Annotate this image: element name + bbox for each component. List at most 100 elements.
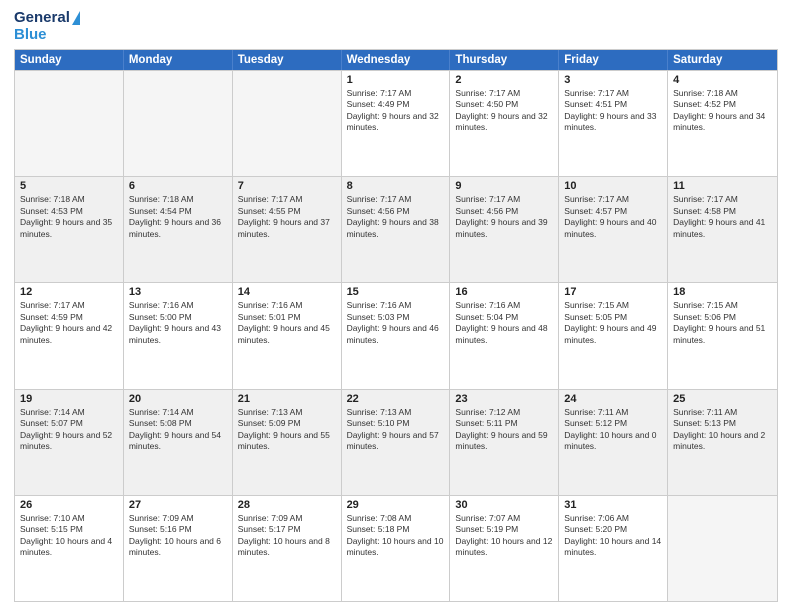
- day-number: 17: [564, 286, 662, 298]
- cell-info: Sunrise: 7:18 AMSunset: 4:54 PMDaylight:…: [129, 194, 227, 240]
- calendar-cell-3-6: 25Sunrise: 7:11 AMSunset: 5:13 PMDayligh…: [668, 390, 777, 495]
- calendar-cell-2-5: 17 Sunrise: 7:15 AMSunset: 5:05 PMDayligh…: [559, 283, 668, 388]
- calendar-cell-3-1: 20Sunrise: 7:14 AMSunset: 5:08 PMDayligh…: [124, 390, 233, 495]
- calendar-cell-1-3: 8 Sunrise: 7:17 AMSunset: 4:56 PMDaylight…: [342, 177, 451, 282]
- cell-info: Sunrise: 7:16 AMSunset: 5:04 PMDaylight:…: [455, 300, 553, 346]
- logo-text-general: General: [14, 10, 70, 27]
- day-number: 2: [455, 74, 553, 86]
- calendar-cell-3-3: 22Sunrise: 7:13 AMSunset: 5:10 PMDayligh…: [342, 390, 451, 495]
- header-tuesday: Tuesday: [233, 50, 342, 70]
- day-number: 6: [129, 180, 227, 192]
- calendar-cell-0-0: [15, 71, 124, 176]
- day-number: 21: [238, 393, 336, 405]
- calendar-cell-1-6: 11Sunrise: 7:17 AMSunset: 4:58 PMDayligh…: [668, 177, 777, 282]
- day-number: 29: [347, 499, 445, 511]
- calendar-cell-2-0: 12 Sunrise: 7:17 AMSunset: 4:59 PMDayligh…: [15, 283, 124, 388]
- calendar-cell-3-2: 21 Sunrise: 7:13 AMSunset: 5:09 PMDayligh…: [233, 390, 342, 495]
- cell-info: Sunrise: 7:17 AMSunset: 4:55 PMDaylight:…: [238, 194, 336, 240]
- cell-info: Sunrise: 7:17 AMSunset: 4:59 PMDaylight:…: [20, 300, 118, 346]
- calendar-cell-2-2: 14 Sunrise: 7:16 AMSunset: 5:01 PMDayligh…: [233, 283, 342, 388]
- calendar-cell-1-4: 9 Sunrise: 7:17 AMSunset: 4:56 PMDaylight…: [450, 177, 559, 282]
- cell-info: Sunrise: 7:13 AMSunset: 5:09 PMDaylight:…: [238, 407, 336, 453]
- cell-info: Sunrise: 7:15 AMSunset: 5:05 PMDaylight:…: [564, 300, 662, 346]
- calendar-cell-0-5: 3 Sunrise: 7:17 AMSunset: 4:51 PMDaylight…: [559, 71, 668, 176]
- calendar-body: 1Sunrise: 7:17 AMSunset: 4:49 PMDaylight…: [15, 70, 777, 601]
- day-number: 31: [564, 499, 662, 511]
- calendar-header: Sunday Monday Tuesday Wednesday Thursday…: [15, 50, 777, 70]
- calendar-cell-4-2: 28 Sunrise: 7:09 AMSunset: 5:17 PMDayligh…: [233, 496, 342, 601]
- header-saturday: Saturday: [668, 50, 777, 70]
- day-number: 3: [564, 74, 662, 86]
- cell-info: Sunrise: 7:15 AMSunset: 5:06 PMDaylight:…: [673, 300, 772, 346]
- calendar-cell-4-4: 30 Sunrise: 7:07 AMSunset: 5:19 PMDayligh…: [450, 496, 559, 601]
- day-number: 22: [347, 393, 445, 405]
- cell-info: Sunrise: 7:08 AMSunset: 5:18 PMDaylight:…: [347, 513, 445, 559]
- cell-info: Sunrise: 7:18 AMSunset: 4:53 PMDaylight:…: [20, 194, 118, 240]
- cell-info: Sunrise: 7:17 AMSunset: 4:51 PMDaylight:…: [564, 88, 662, 134]
- cell-info: Sunrise: 7:16 AMSunset: 5:01 PMDaylight:…: [238, 300, 336, 346]
- calendar-cell-1-0: 5 Sunrise: 7:18 AMSunset: 4:53 PMDaylight…: [15, 177, 124, 282]
- cell-info: Sunrise: 7:17 AMSunset: 4:50 PMDaylight:…: [455, 88, 553, 134]
- cell-info: Sunrise: 7:17 AMSunset: 4:56 PMDaylight:…: [455, 194, 553, 240]
- day-number: 13: [129, 286, 227, 298]
- calendar-cell-4-1: 27 Sunrise: 7:09 AMSunset: 5:16 PMDayligh…: [124, 496, 233, 601]
- cell-info: Sunrise: 7:17 AMSunset: 4:56 PMDaylight:…: [347, 194, 445, 240]
- day-number: 12: [20, 286, 118, 298]
- calendar-cell-3-4: 23Sunrise: 7:12 AMSunset: 5:11 PMDayligh…: [450, 390, 559, 495]
- calendar-row-3: 19Sunrise: 7:14 AMSunset: 5:07 PMDayligh…: [15, 389, 777, 495]
- day-number: 4: [673, 74, 772, 86]
- cell-info: Sunrise: 7:09 AMSunset: 5:16 PMDaylight:…: [129, 513, 227, 559]
- calendar-cell-3-0: 19Sunrise: 7:14 AMSunset: 5:07 PMDayligh…: [15, 390, 124, 495]
- day-number: 18: [673, 286, 772, 298]
- day-number: 16: [455, 286, 553, 298]
- day-number: 5: [20, 180, 118, 192]
- day-number: 27: [129, 499, 227, 511]
- cell-info: Sunrise: 7:06 AMSunset: 5:20 PMDaylight:…: [564, 513, 662, 559]
- header-monday: Monday: [124, 50, 233, 70]
- calendar-cell-1-2: 7 Sunrise: 7:17 AMSunset: 4:55 PMDaylight…: [233, 177, 342, 282]
- calendar-cell-3-5: 24Sunrise: 7:11 AMSunset: 5:12 PMDayligh…: [559, 390, 668, 495]
- calendar-cell-2-3: 15Sunrise: 7:16 AMSunset: 5:03 PMDayligh…: [342, 283, 451, 388]
- calendar-cell-2-6: 18 Sunrise: 7:15 AMSunset: 5:06 PMDayligh…: [668, 283, 777, 388]
- day-number: 24: [564, 393, 662, 405]
- day-number: 15: [347, 286, 445, 298]
- calendar-cell-0-2: [233, 71, 342, 176]
- calendar-cell-4-5: 31 Sunrise: 7:06 AMSunset: 5:20 PMDayligh…: [559, 496, 668, 601]
- cell-info: Sunrise: 7:12 AMSunset: 5:11 PMDaylight:…: [455, 407, 553, 453]
- header: General Blue: [14, 10, 778, 43]
- page: General Blue Sunday Monday Tuesday Wedne…: [0, 0, 792, 612]
- calendar-cell-2-4: 16 Sunrise: 7:16 AMSunset: 5:04 PMDayligh…: [450, 283, 559, 388]
- calendar-cell-4-3: 29 Sunrise: 7:08 AMSunset: 5:18 PMDayligh…: [342, 496, 451, 601]
- day-number: 25: [673, 393, 772, 405]
- cell-info: Sunrise: 7:10 AMSunset: 5:15 PMDaylight:…: [20, 513, 118, 559]
- calendar-row-2: 12 Sunrise: 7:17 AMSunset: 4:59 PMDayligh…: [15, 282, 777, 388]
- cell-info: Sunrise: 7:07 AMSunset: 5:19 PMDaylight:…: [455, 513, 553, 559]
- cell-info: Sunrise: 7:14 AMSunset: 5:08 PMDaylight:…: [129, 407, 227, 453]
- calendar-cell-2-1: 13 Sunrise: 7:16 AMSunset: 5:00 PMDayligh…: [124, 283, 233, 388]
- day-number: 26: [20, 499, 118, 511]
- header-sunday: Sunday: [15, 50, 124, 70]
- day-number: 14: [238, 286, 336, 298]
- calendar-cell-0-1: [124, 71, 233, 176]
- logo-triangle-icon: [72, 11, 80, 25]
- cell-info: Sunrise: 7:17 AMSunset: 4:57 PMDaylight:…: [564, 194, 662, 240]
- day-number: 9: [455, 180, 553, 192]
- day-number: 28: [238, 499, 336, 511]
- day-number: 1: [347, 74, 445, 86]
- logo-text-blue: Blue: [14, 27, 47, 44]
- cell-info: Sunrise: 7:16 AMSunset: 5:00 PMDaylight:…: [129, 300, 227, 346]
- day-number: 30: [455, 499, 553, 511]
- calendar: Sunday Monday Tuesday Wednesday Thursday…: [14, 49, 778, 602]
- day-number: 19: [20, 393, 118, 405]
- header-thursday: Thursday: [450, 50, 559, 70]
- cell-info: Sunrise: 7:09 AMSunset: 5:17 PMDaylight:…: [238, 513, 336, 559]
- cell-info: Sunrise: 7:17 AMSunset: 4:58 PMDaylight:…: [673, 194, 772, 240]
- calendar-row-4: 26 Sunrise: 7:10 AMSunset: 5:15 PMDayligh…: [15, 495, 777, 601]
- calendar-row-1: 5 Sunrise: 7:18 AMSunset: 4:53 PMDaylight…: [15, 176, 777, 282]
- calendar-cell-4-6: [668, 496, 777, 601]
- header-wednesday: Wednesday: [342, 50, 451, 70]
- day-number: 10: [564, 180, 662, 192]
- day-number: 7: [238, 180, 336, 192]
- calendar-cell-0-4: 2 Sunrise: 7:17 AMSunset: 4:50 PMDaylight…: [450, 71, 559, 176]
- day-number: 8: [347, 180, 445, 192]
